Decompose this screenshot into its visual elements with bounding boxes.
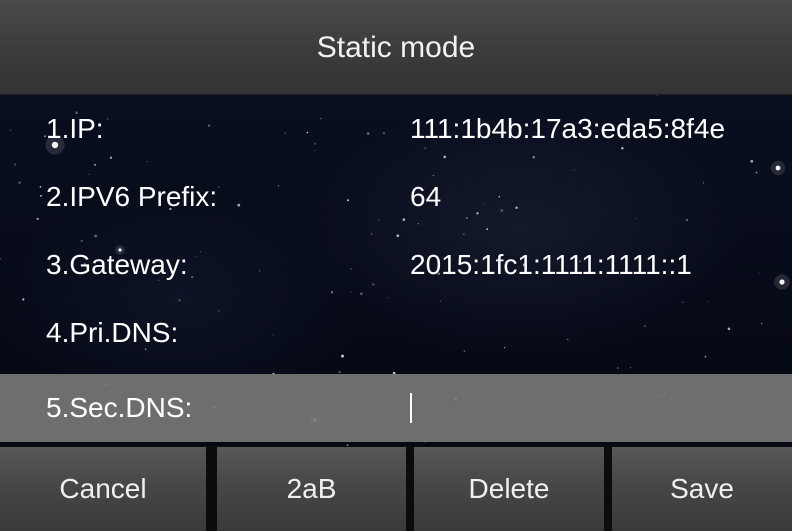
ipv6-prefix-label: 2.IPV6 Prefix: — [46, 181, 218, 212]
star — [629, 367, 631, 369]
cancel-button[interactable]: Cancel — [0, 447, 206, 531]
softkey-bar: Cancel 2aB Delete Save — [0, 446, 792, 531]
pri-dns-label: 4.Pri.DNS: — [46, 317, 179, 348]
gateway-row[interactable]: 3.Gateway: 2015:1fc1:1111:1111::1 — [0, 231, 792, 299]
phone-screen: Static mode 1.IP: 111:1b4b:17a3:eda5:8f4… — [0, 0, 792, 531]
page-title: Static mode — [316, 31, 476, 64]
ip-value[interactable]: 111:1b4b:17a3:eda5:8f4e — [410, 95, 725, 163]
ipv6-prefix-row[interactable]: 2.IPV6 Prefix: 64 — [0, 163, 792, 231]
pri-dns-row[interactable]: 4.Pri.DNS: — [0, 299, 792, 367]
input-mode-button[interactable]: 2aB — [217, 447, 406, 531]
sec-dns-label: 5.Sec.DNS: — [46, 392, 193, 423]
ipv6-prefix-value[interactable]: 64 — [410, 163, 441, 231]
title-bar: Static mode — [0, 0, 792, 95]
star — [338, 370, 341, 374]
star — [617, 367, 619, 369]
gateway-label: 3.Gateway: — [46, 249, 188, 280]
gateway-value[interactable]: 2015:1fc1:1111:1111::1 — [410, 231, 692, 299]
sec-dns-row[interactable]: 5.Sec.DNS: — [0, 374, 792, 442]
ip-label: 1.IP: — [46, 113, 104, 144]
text-cursor — [410, 393, 412, 423]
save-button[interactable]: Save — [612, 447, 792, 531]
delete-button[interactable]: Delete — [414, 447, 604, 531]
ip-row[interactable]: 1.IP: 111:1b4b:17a3:eda5:8f4e — [0, 95, 792, 163]
